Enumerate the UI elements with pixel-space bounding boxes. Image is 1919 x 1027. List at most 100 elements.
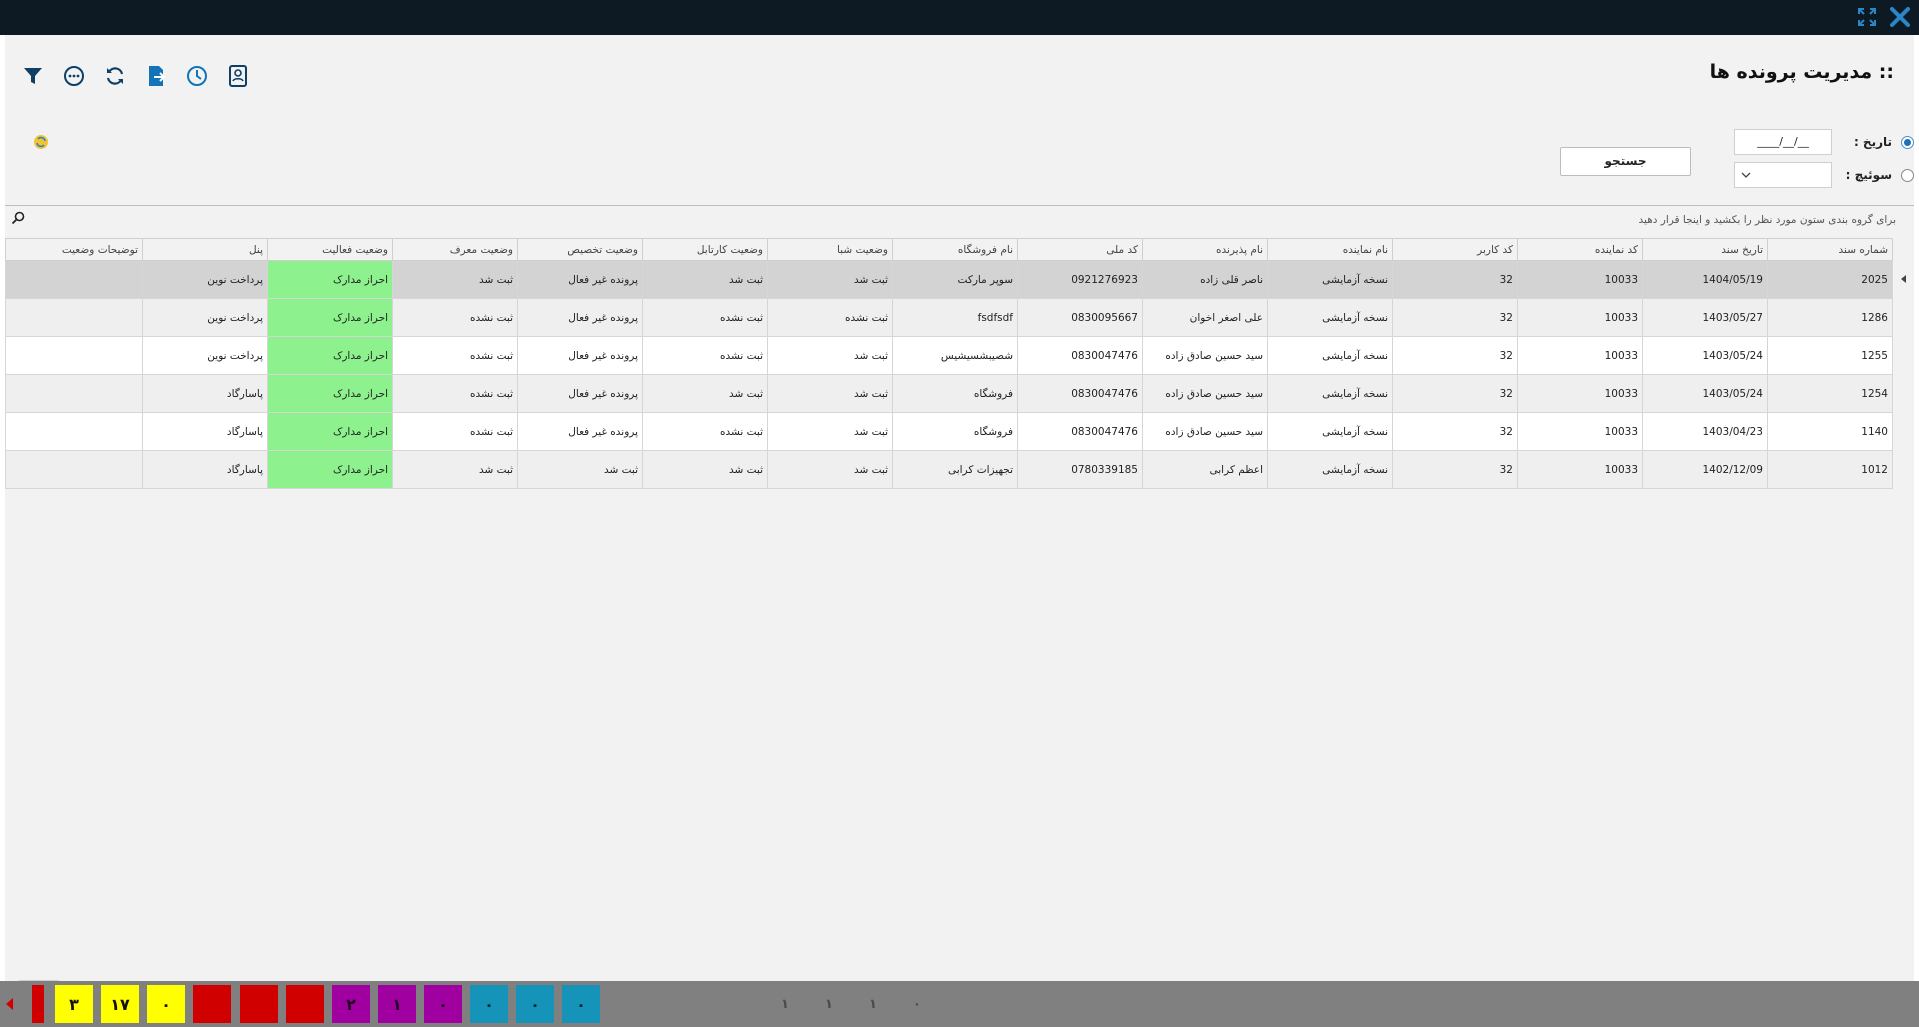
status-tile[interactable]: ۲: [332, 985, 370, 1023]
table-cell[interactable]: نسخه آزمایشی: [1267, 412, 1393, 451]
column-header[interactable]: کد ملی: [1017, 238, 1143, 261]
table-cell[interactable]: علی اصغر اخوان: [1142, 298, 1268, 337]
column-header[interactable]: توضیحات وضعیت: [5, 238, 143, 261]
table-cell[interactable]: پرونده غیر فعال: [517, 412, 643, 451]
table-cell[interactable]: ثبت نشده: [642, 336, 768, 375]
table-cell[interactable]: 10033: [1517, 336, 1643, 375]
table-cell[interactable]: [5, 336, 143, 375]
table-cell[interactable]: 0921276923: [1017, 260, 1143, 299]
status-tile[interactable]: [286, 985, 324, 1023]
table-cell[interactable]: ثبت شد: [642, 260, 768, 299]
column-header[interactable]: وضعیت شبا: [767, 238, 893, 261]
table-cell[interactable]: ثبت شد: [767, 374, 893, 413]
table-cell[interactable]: اعظم کرابی: [1142, 450, 1268, 489]
switch-select[interactable]: [1734, 162, 1832, 188]
table-cell[interactable]: 1012: [1767, 450, 1893, 489]
table-cell[interactable]: 1140: [1767, 412, 1893, 451]
table-cell[interactable]: ثبت شد: [517, 450, 643, 489]
table-cell[interactable]: فروشگاه: [892, 412, 1018, 451]
table-cell[interactable]: احراز مدارک: [267, 260, 393, 299]
table-cell[interactable]: ثبت نشده: [392, 336, 518, 375]
table-cell[interactable]: ثبت شد: [392, 260, 518, 299]
table-cell[interactable]: ثبت نشده: [392, 298, 518, 337]
table-cell[interactable]: پرونده غیر فعال: [517, 336, 643, 375]
table-cell[interactable]: 32: [1392, 298, 1518, 337]
table-cell[interactable]: پاسارگاد: [142, 450, 268, 489]
table-cell[interactable]: 10033: [1517, 298, 1643, 337]
refresh-icon[interactable]: [101, 62, 129, 90]
table-cell[interactable]: ثبت شد: [392, 450, 518, 489]
table-cell[interactable]: 1255: [1767, 336, 1893, 375]
table-cell[interactable]: [5, 450, 143, 489]
status-tile[interactable]: [240, 985, 278, 1023]
table-cell[interactable]: [5, 298, 143, 337]
column-header[interactable]: تاریخ سند: [1642, 238, 1768, 261]
table-cell[interactable]: سید حسین صادق زاده: [1142, 336, 1268, 375]
table-cell[interactable]: پرداخت نوین: [142, 260, 268, 299]
status-tile[interactable]: ۰: [147, 985, 185, 1023]
table-cell[interactable]: 1402/12/09: [1642, 450, 1768, 489]
reload-icon[interactable]: [32, 133, 50, 154]
table-row[interactable]: 2025 1404/05/19 10033 32 نسخه آزمایشی ناصر قل…: [5, 260, 1893, 299]
table-cell[interactable]: 1254: [1767, 374, 1893, 413]
table-cell[interactable]: نسخه آزمایشی: [1267, 298, 1393, 337]
column-header[interactable]: کد کاربر: [1392, 238, 1518, 261]
table-cell[interactable]: 1286: [1767, 298, 1893, 337]
table-cell[interactable]: 0830095667: [1017, 298, 1143, 337]
search-button[interactable]: جستجو: [1560, 147, 1691, 176]
table-cell[interactable]: پرونده غیر فعال: [517, 298, 643, 337]
table-cell[interactable]: پاسارگاد: [142, 374, 268, 413]
column-header[interactable]: نام نماینده: [1267, 238, 1393, 261]
table-cell[interactable]: 1403/05/24: [1642, 374, 1768, 413]
table-cell[interactable]: ثبت نشده: [392, 412, 518, 451]
table-cell[interactable]: پرداخت نوین: [142, 298, 268, 337]
document-count-icon[interactable]: ۱: [770, 989, 800, 1019]
table-cell[interactable]: 10033: [1517, 412, 1643, 451]
table-cell[interactable]: نسخه آزمایشی: [1267, 450, 1393, 489]
switch-radio[interactable]: [1901, 168, 1914, 182]
table-cell[interactable]: ثبت شد: [767, 336, 893, 375]
table-cell[interactable]: 2025: [1767, 260, 1893, 299]
table-cell[interactable]: تجهیزات کرابی: [892, 450, 1018, 489]
column-header[interactable]: وضعیت معرف: [392, 238, 518, 261]
group-by-bar[interactable]: برای گروه بندی ستون مورد نظر را بکشید و …: [5, 206, 1914, 232]
table-cell[interactable]: پاسارگاد: [142, 412, 268, 451]
contact-card-icon[interactable]: [224, 62, 252, 90]
status-tile[interactable]: [193, 985, 231, 1023]
table-cell[interactable]: ثبت شد: [767, 260, 893, 299]
table-cell[interactable]: 1403/05/24: [1642, 336, 1768, 375]
table-cell[interactable]: پرداخت نوین: [142, 336, 268, 375]
column-header[interactable]: وضعیت فعالیت: [267, 238, 393, 261]
column-header[interactable]: وضعیت کارتابل: [642, 238, 768, 261]
search-icon[interactable]: [11, 211, 25, 225]
status-tile[interactable]: ۱: [378, 985, 416, 1023]
history-icon[interactable]: [183, 62, 211, 90]
table-cell[interactable]: احراز مدارک: [267, 374, 393, 413]
table-cell[interactable]: سید حسین صادق زاده: [1142, 374, 1268, 413]
table-cell[interactable]: شصیبشسیشیس: [892, 336, 1018, 375]
column-header[interactable]: نام پذیرنده: [1142, 238, 1268, 261]
status-tile[interactable]: ۰: [424, 985, 462, 1023]
date-input[interactable]: __/__/____: [1734, 129, 1832, 155]
table-cell[interactable]: ثبت نشده: [767, 298, 893, 337]
table-cell[interactable]: [5, 412, 143, 451]
status-tile[interactable]: ۳: [55, 985, 93, 1023]
table-cell[interactable]: 0780339185: [1017, 450, 1143, 489]
table-cell[interactable]: پرونده غیر فعال: [517, 374, 643, 413]
table-cell[interactable]: 0830047476: [1017, 374, 1143, 413]
table-cell[interactable]: ثبت نشده: [642, 412, 768, 451]
table-cell[interactable]: 10033: [1517, 374, 1643, 413]
column-header[interactable]: نام فروشگاه: [892, 238, 1018, 261]
export-icon[interactable]: [142, 62, 170, 90]
table-cell[interactable]: ثبت شد: [642, 450, 768, 489]
table-cell[interactable]: 32: [1392, 450, 1518, 489]
status-tile[interactable]: ۰: [562, 985, 600, 1023]
table-cell[interactable]: 32: [1392, 374, 1518, 413]
table-cell[interactable]: ثبت نشده: [392, 374, 518, 413]
table-cell[interactable]: ثبت شد: [767, 450, 893, 489]
table-cell[interactable]: ثبت شد: [767, 412, 893, 451]
date-radio[interactable]: [1901, 135, 1914, 149]
search-count-icon[interactable]: ۱: [858, 989, 888, 1019]
table-cell[interactable]: احراز مدارک: [267, 412, 393, 451]
table-cell[interactable]: [5, 374, 143, 413]
